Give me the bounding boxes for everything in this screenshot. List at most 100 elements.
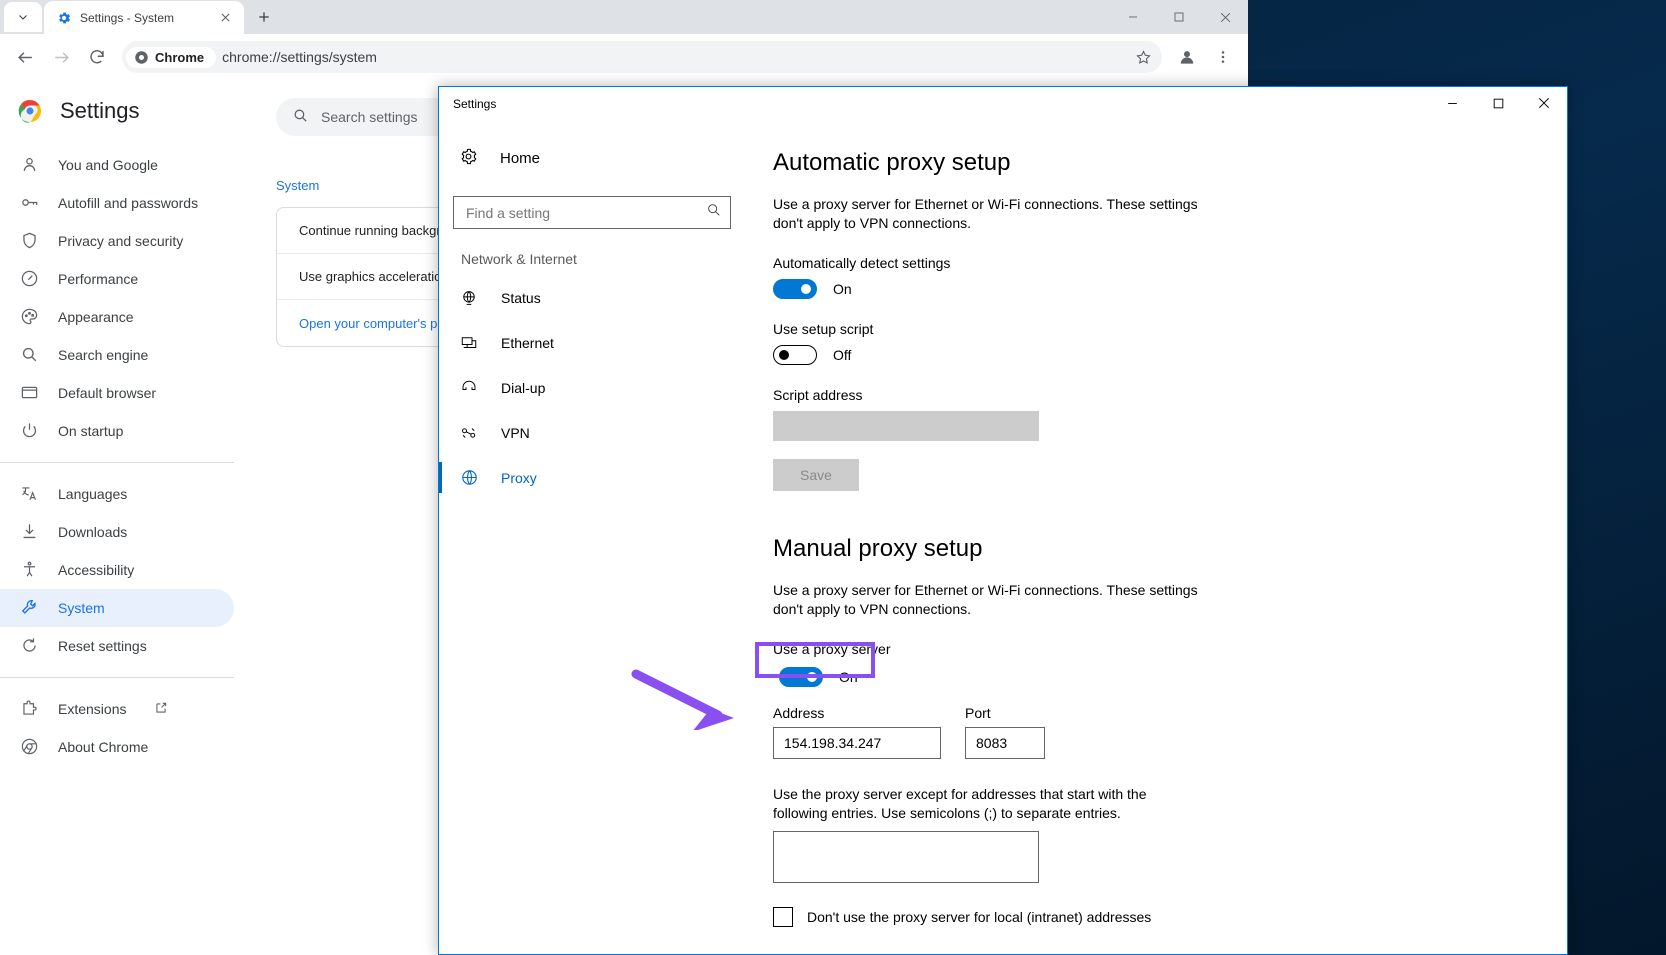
local-bypass-checkbox[interactable]: [773, 907, 793, 927]
back-arrow-icon[interactable]: [8, 40, 42, 74]
sidebar-item-privacy-and-security[interactable]: Privacy and security: [0, 222, 234, 260]
sidebar-item-appearance[interactable]: Appearance: [0, 298, 234, 336]
save-button[interactable]: Save: [773, 459, 859, 491]
manual-proxy-description: Use a proxy server for Ethernet or Wi-Fi…: [773, 582, 1198, 617]
sidebar-item-reset-settings[interactable]: Reset settings: [0, 627, 234, 665]
reload-icon[interactable]: [80, 40, 114, 74]
automatically-detect-settings-toggle[interactable]: [773, 279, 817, 299]
close-icon[interactable]: [1202, 0, 1248, 34]
search-settings-placeholder: Search settings: [321, 109, 418, 125]
sidebar-divider: [0, 462, 234, 463]
sidebar-item-label: About Chrome: [58, 739, 149, 755]
local-bypass-label: Don't use the proxy server for local (in…: [807, 909, 1152, 925]
nav-item-home[interactable]: Home: [439, 137, 749, 180]
windows-settings-window-controls: [1429, 87, 1567, 119]
screen: Settings - System Chrome chrome://settin…: [0, 0, 1666, 955]
download-icon: [20, 522, 40, 542]
sidebar-item-you-and-google[interactable]: You and Google: [0, 146, 234, 184]
minimize-icon[interactable]: [1429, 87, 1475, 119]
use-setup-script-toggle[interactable]: [773, 345, 817, 365]
shield-icon: [20, 231, 40, 251]
nav-item-label: Status: [501, 289, 541, 306]
close-icon[interactable]: [216, 9, 234, 27]
omnibox[interactable]: Chrome chrome://settings/system: [122, 41, 1162, 73]
chrome-settings-sidebar: Settings You and Google Autofill and pas…: [0, 80, 268, 955]
maximize-icon[interactable]: [1156, 0, 1202, 34]
nav-item-dial-up[interactable]: Dial-up: [439, 365, 749, 410]
ethernet-icon: [459, 333, 479, 353]
sidebar-item-languages[interactable]: Languages: [0, 475, 234, 513]
proxy-address-field[interactable]: 154.198.34.247: [773, 727, 941, 759]
nav-item-label: Home: [500, 150, 541, 167]
sidebar-item-about-chrome[interactable]: About Chrome: [0, 728, 234, 766]
script-address-field[interactable]: [773, 411, 1039, 441]
toggle-state-label: Off: [833, 347, 852, 363]
find-a-setting-input[interactable]: [453, 196, 731, 229]
sidebar-item-system[interactable]: System: [0, 589, 234, 627]
palette-icon: [20, 307, 40, 327]
address-label: Address: [773, 705, 825, 721]
use-setup-script-row: Off: [773, 345, 1527, 365]
use-a-proxy-server-toggle[interactable]: [779, 667, 823, 687]
wrench-icon: [20, 598, 40, 618]
automatically-detect-settings-label: Automatically detect settings: [773, 255, 951, 271]
address-group: Address 154.198.34.247: [773, 705, 941, 759]
nav-item-vpn[interactable]: VPN: [439, 410, 749, 455]
close-icon[interactable]: [1521, 87, 1567, 119]
sidebar-item-performance[interactable]: Performance: [0, 260, 234, 298]
use-a-proxy-server-row: On: [773, 667, 1527, 687]
forward-arrow-icon[interactable]: [44, 40, 78, 74]
chrome-logo-icon: [20, 737, 40, 757]
dialup-phone-icon: [459, 378, 479, 398]
extension-icon: [20, 699, 40, 719]
page-title: Settings: [60, 98, 140, 123]
nav-item-status[interactable]: Status: [439, 275, 749, 320]
nav-item-ethernet[interactable]: Ethernet: [439, 320, 749, 365]
translate-icon: [20, 484, 40, 504]
toggle-state-label: On: [833, 281, 852, 297]
sidebar-item-search-engine[interactable]: Search engine: [0, 336, 234, 374]
nav-item-label: Ethernet: [501, 334, 554, 351]
sidebar-item-label: Appearance: [58, 309, 134, 325]
sidebar-item-on-startup[interactable]: On startup: [0, 412, 234, 450]
sidebar-item-label: Accessibility: [58, 562, 135, 578]
sidebar-item-label: Default browser: [58, 385, 157, 401]
proxy-port-field[interactable]: 8083: [965, 727, 1045, 759]
gear-icon: [459, 147, 478, 170]
toggle-state-label: On: [839, 669, 858, 685]
three-dot-menu-icon[interactable]: [1206, 40, 1240, 74]
globe-icon: [459, 468, 479, 488]
chrome-window-controls: [1110, 0, 1248, 34]
key-icon: [20, 193, 40, 213]
sidebar-item-extensions[interactable]: Extensions: [0, 690, 234, 728]
local-bypass-row[interactable]: Don't use the proxy server for local (in…: [773, 907, 1527, 927]
nav-item-proxy[interactable]: Proxy: [439, 455, 749, 500]
power-icon: [20, 421, 40, 441]
nav-item-label: Proxy: [501, 469, 537, 486]
tab-search-chevron-icon[interactable]: [4, 2, 42, 32]
find-a-setting-field[interactable]: [466, 204, 706, 221]
sidebar-item-label: Autofill and passwords: [58, 195, 199, 211]
minimize-icon[interactable]: [1110, 0, 1156, 34]
sidebar-item-downloads[interactable]: Downloads: [0, 513, 234, 551]
profile-avatar-icon[interactable]: [1170, 40, 1204, 74]
sidebar-item-accessibility[interactable]: Accessibility: [0, 551, 234, 589]
proxy-exceptions-field[interactable]: [773, 831, 1039, 883]
proxy-exceptions-description: Use the proxy server except for addresse…: [773, 786, 1147, 821]
search-icon: [706, 202, 722, 223]
browser-tab[interactable]: Settings - System: [44, 1, 244, 34]
sidebar-item-label: Performance: [58, 271, 139, 287]
sidebar-item-label: Downloads: [58, 524, 128, 540]
new-tab-button[interactable]: [250, 3, 278, 31]
nav-item-label: VPN: [501, 424, 530, 441]
star-icon[interactable]: [1130, 44, 1156, 70]
window-title: Settings: [453, 97, 497, 111]
browser-window-icon: [20, 383, 40, 403]
sidebar-item-label: Extensions: [58, 701, 127, 717]
sidebar-item-autofill-and-passwords[interactable]: Autofill and passwords: [0, 184, 234, 222]
settings-brand: Settings: [0, 88, 268, 146]
chrome-tab-strip: Settings - System: [0, 0, 1248, 34]
maximize-icon[interactable]: [1475, 87, 1521, 119]
sidebar-item-default-browser[interactable]: Default browser: [0, 374, 234, 412]
proxy-settings-content: Automatic proxy setup Use a proxy server…: [749, 121, 1567, 954]
